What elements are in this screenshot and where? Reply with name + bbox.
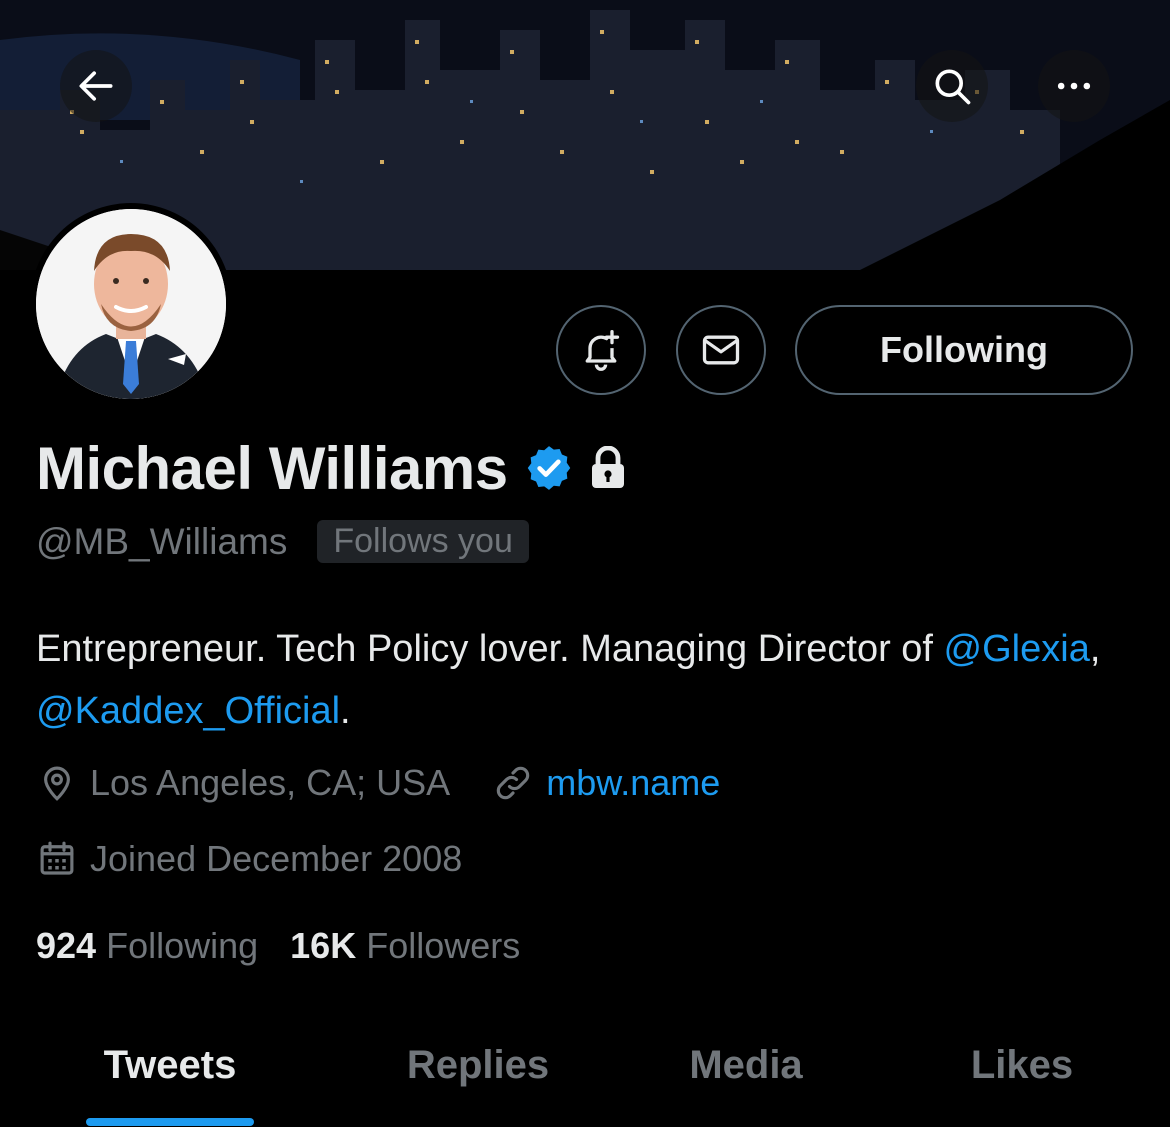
back-button[interactable]	[60, 50, 132, 122]
link-icon	[496, 766, 530, 800]
bio-mention-glexia[interactable]: @Glexia	[944, 628, 1090, 670]
envelope-icon	[702, 335, 740, 365]
location-pin-icon	[44, 766, 70, 801]
following-count-link[interactable]: 924 Following	[36, 925, 258, 967]
profile-photo	[36, 209, 226, 399]
profile-tabs: Tweets Replies Media Likes	[0, 1030, 1170, 1127]
more-horizontal-icon	[1057, 82, 1091, 90]
followers-label: Followers	[366, 925, 521, 966]
bio-end: .	[340, 690, 351, 732]
joined-date: Joined December 2008	[90, 838, 463, 879]
lock-icon	[591, 446, 624, 488]
profile-bio: Entrepreneur. Tech Policy lover. Managin…	[36, 618, 1136, 742]
followers-count-link[interactable]: 16K Followers	[290, 925, 520, 967]
active-tab-indicator	[86, 1118, 254, 1126]
display-name: Michael Williams	[36, 434, 508, 502]
profile-meta-row: Los Angeles, CA; USA mbw.name	[36, 762, 720, 804]
notifications-button[interactable]	[556, 305, 646, 395]
location-text: Los Angeles, CA; USA	[90, 762, 451, 803]
tab-media[interactable]: Media	[636, 1030, 856, 1100]
bio-separator: ,	[1089, 628, 1101, 670]
username-handle: @MB_Williams	[36, 520, 288, 562]
search-icon	[935, 69, 971, 105]
search-button[interactable]	[916, 50, 988, 122]
avatar[interactable]	[30, 203, 232, 405]
tab-likes[interactable]: Likes	[912, 1030, 1132, 1100]
profile-photo-image	[36, 209, 226, 399]
following-label: Following	[106, 925, 259, 966]
tab-tweets[interactable]: Tweets	[60, 1030, 280, 1100]
follow-stats: 924 Following 16K Followers	[36, 925, 520, 967]
arrow-left-icon	[79, 71, 113, 101]
calendar-icon	[40, 841, 74, 875]
handle-row: @MB_Williams Follows you	[36, 520, 529, 563]
bio-mention-kaddex[interactable]: @Kaddex_Official	[36, 690, 340, 732]
following-count: 924	[36, 925, 97, 966]
more-options-button[interactable]	[1038, 50, 1110, 122]
followers-count: 16K	[290, 925, 357, 966]
verified-badge-icon[interactable]	[524, 443, 574, 493]
bell-plus-icon	[585, 330, 620, 371]
following-button[interactable]: Following	[795, 305, 1133, 395]
message-button[interactable]	[676, 305, 766, 395]
tab-replies[interactable]: Replies	[368, 1030, 588, 1100]
name-row: Michael Williams	[36, 432, 628, 504]
website-link[interactable]: mbw.name	[546, 762, 720, 804]
joined-row: Joined December 2008	[36, 838, 462, 880]
follows-you-badge: Follows you	[317, 520, 529, 563]
bio-text: Entrepreneur. Tech Policy lover. Managin…	[36, 628, 944, 670]
